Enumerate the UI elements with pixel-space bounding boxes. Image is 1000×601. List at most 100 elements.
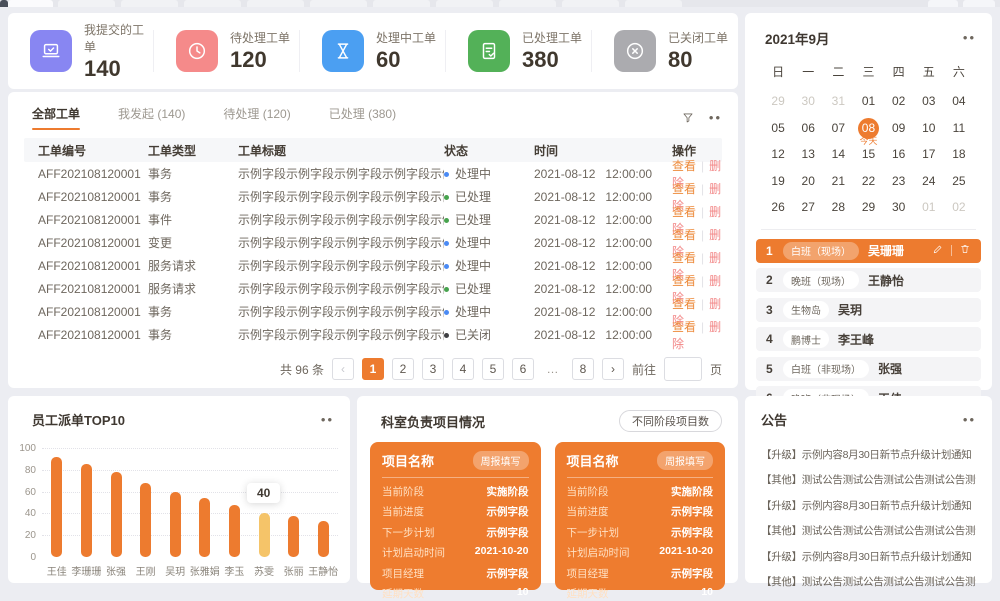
calendar-day[interactable]: 24: [914, 168, 944, 195]
order-time: 2021-08-1212:00:00: [534, 328, 672, 342]
project-card[interactable]: 项目名称周报填写当前阶段实施阶段当前进度示例字段下一步计划示例字段计划启动时间2…: [370, 442, 541, 590]
calendar-day[interactable]: 10: [914, 115, 944, 142]
filter-icon[interactable]: [681, 111, 695, 125]
weekday-label: 一: [793, 60, 823, 84]
calendar-day[interactable]: 26: [763, 194, 793, 221]
view-link[interactable]: 查看: [672, 251, 696, 265]
calendar-day[interactable]: 16: [884, 141, 914, 168]
calendar-day[interactable]: 27: [793, 194, 823, 221]
calendar-day[interactable]: 22: [853, 168, 883, 195]
project-card[interactable]: 项目名称周报填写当前阶段实施阶段当前进度示例字段下一步计划示例字段计划启动时间2…: [555, 442, 726, 590]
order-type: 事务: [148, 326, 238, 343]
notice-item[interactable]: 【其他】测试公告测试公告测试公告测试公告测试公告: [761, 472, 976, 487]
trash-icon[interactable]: [959, 242, 971, 260]
page-button-8[interactable]: 8: [572, 358, 594, 380]
more-icon[interactable]: ••: [963, 35, 976, 41]
calendar-day[interactable]: 05: [763, 115, 793, 142]
calendar-day[interactable]: 18: [944, 141, 974, 168]
view-link[interactable]: 查看: [672, 228, 696, 242]
calendar-day[interactable]: 01: [853, 88, 883, 115]
shift-row[interactable]: 3生物岛吴玥: [756, 298, 981, 322]
calendar-day[interactable]: 07: [823, 115, 853, 142]
tab-全部工单[interactable]: 全部工单: [32, 105, 80, 130]
calendar-day[interactable]: 03: [914, 88, 944, 115]
calendar-day[interactable]: 11: [944, 115, 974, 142]
shift-row[interactable]: 5白班（非现场）张强: [756, 357, 981, 381]
calendar-day[interactable]: 25: [944, 168, 974, 195]
chart-bar[interactable]: [111, 472, 122, 557]
view-link[interactable]: 查看: [672, 182, 696, 196]
calendar-day[interactable]: 02: [944, 194, 974, 221]
more-icon[interactable]: ••: [709, 115, 722, 121]
status-dot-icon: [444, 195, 449, 200]
chart-bar[interactable]: [318, 521, 329, 557]
calendar-day[interactable]: 23: [884, 168, 914, 195]
tab-待处理 (120)[interactable]: 待处理 (120): [223, 105, 290, 130]
calendar-day[interactable]: 30: [793, 88, 823, 115]
view-link[interactable]: 查看: [672, 297, 696, 311]
chart-bar[interactable]: [259, 513, 270, 557]
shift-person-name: 吴玥: [838, 301, 862, 318]
tab-已处理 (380)[interactable]: 已处理 (380): [329, 105, 396, 130]
page-button-3[interactable]: 3: [422, 358, 444, 380]
page-button-6[interactable]: 6: [512, 358, 534, 380]
calendar-day[interactable]: 12: [763, 141, 793, 168]
calendar-day[interactable]: 14: [823, 141, 853, 168]
calendar-day[interactable]: 06: [793, 115, 823, 142]
notice-item[interactable]: 【升级】示例内容8月30日新节点升级计划通知: [761, 447, 976, 462]
chart-bar[interactable]: [288, 516, 299, 557]
page-button-2[interactable]: 2: [392, 358, 414, 380]
page-jump-input[interactable]: [664, 357, 702, 381]
more-icon[interactable]: ••: [963, 417, 976, 423]
calendar-day[interactable]: 29: [763, 88, 793, 115]
calendar-day[interactable]: 08今天: [853, 115, 883, 142]
order-title: 示例字段示例字段示例字段示例字段示例字段: [238, 326, 444, 343]
calendar-day[interactable]: 19: [763, 168, 793, 195]
calendar-day[interactable]: 28: [823, 194, 853, 221]
notices-panel: 公告 •• 【升级】示例内容8月30日新节点升级计划通知【其他】测试公告测试公告…: [745, 396, 992, 583]
chart-bar[interactable]: [199, 498, 210, 557]
chart-bar[interactable]: [51, 457, 62, 557]
chart-bar[interactable]: [140, 483, 151, 557]
notice-item[interactable]: 【其他】测试公告测试公告测试公告测试公告测试公告: [761, 574, 976, 589]
shift-person-name: 李王峰: [838, 331, 874, 348]
calendar-day[interactable]: 31: [823, 88, 853, 115]
laptop-check-icon: [30, 30, 72, 72]
field-label: 项目经理: [567, 566, 609, 581]
stage-count-button[interactable]: 不同阶段项目数: [619, 410, 722, 432]
calendar-day[interactable]: 15: [853, 141, 883, 168]
calendar-day[interactable]: 09: [884, 115, 914, 142]
view-link[interactable]: 查看: [672, 274, 696, 288]
page-button-5[interactable]: 5: [482, 358, 504, 380]
table-body: AFF202108120001事务示例字段示例字段示例字段示例字段示例字段处理中…: [24, 162, 722, 346]
shift-row[interactable]: 4鹏博士李王峰: [756, 327, 981, 351]
prev-page-button[interactable]: ‹: [332, 358, 354, 380]
next-page-button[interactable]: ›: [602, 358, 624, 380]
page-button-4[interactable]: 4: [452, 358, 474, 380]
calendar-day[interactable]: 29: [853, 194, 883, 221]
view-link[interactable]: 查看: [672, 320, 696, 334]
view-link[interactable]: 查看: [672, 205, 696, 219]
calendar-day[interactable]: 02: [884, 88, 914, 115]
chart-bar[interactable]: [170, 492, 181, 557]
tab-我发起 (140)[interactable]: 我发起 (140): [118, 105, 185, 130]
edit-icon[interactable]: [932, 242, 944, 260]
calendar-day[interactable]: 13: [793, 141, 823, 168]
chart-bar[interactable]: [81, 464, 92, 557]
calendar-day[interactable]: 20: [793, 168, 823, 195]
view-link[interactable]: 查看: [672, 159, 696, 173]
notice-item[interactable]: 【升级】示例内容8月30日新节点升级计划通知: [761, 549, 976, 564]
shift-person-name: 张强: [878, 360, 902, 377]
page-button-1[interactable]: 1: [362, 358, 384, 380]
calendar-day[interactable]: 01: [914, 194, 944, 221]
notice-item[interactable]: 【升级】示例内容8月30日新节点升级计划通知: [761, 498, 976, 513]
calendar-day[interactable]: 21: [823, 168, 853, 195]
shift-row[interactable]: 1白班（现场）吴珊珊: [756, 239, 981, 263]
calendar-day[interactable]: 04: [944, 88, 974, 115]
calendar-day[interactable]: 30: [884, 194, 914, 221]
calendar-day[interactable]: 17: [914, 141, 944, 168]
chart-bar[interactable]: [229, 505, 240, 557]
shift-row[interactable]: 2晚班（现场）王静怡: [756, 268, 981, 292]
field-value: 示例字段: [671, 566, 713, 581]
notice-item[interactable]: 【其他】测试公告测试公告测试公告测试公告测试公告: [761, 523, 976, 538]
